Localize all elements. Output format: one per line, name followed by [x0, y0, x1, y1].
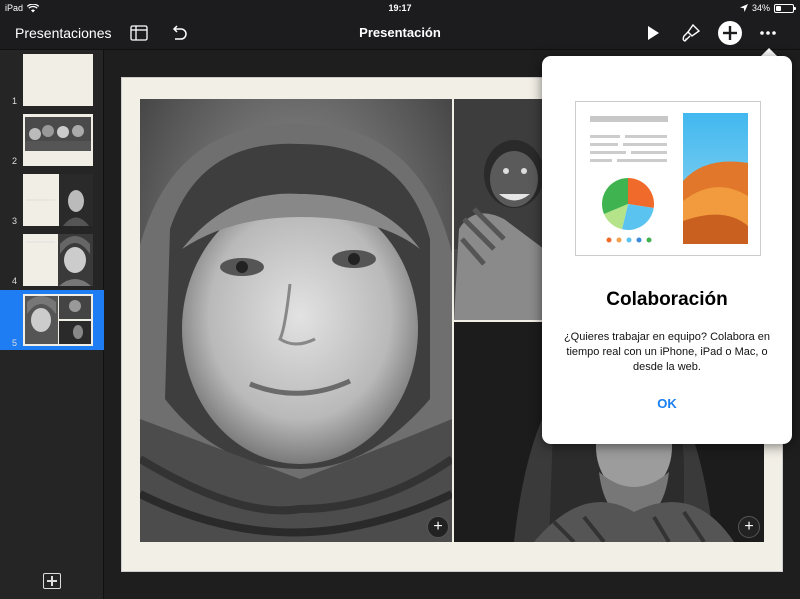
slide-thumb-image	[23, 174, 93, 226]
slide-thumb-image	[23, 294, 93, 346]
battery-percent: 34%	[751, 3, 770, 13]
popover-body: ¿Quieres trabajar en equipo? Colabora en…	[563, 331, 771, 373]
photo-girl-hood[interactable]	[140, 99, 452, 542]
status-bar: iPad 19:17 34%	[0, 0, 800, 16]
slide-number: 5	[12, 338, 18, 348]
more-icon[interactable]	[757, 22, 779, 44]
add-slide-button[interactable]	[43, 573, 61, 589]
slide-thumb-image	[23, 114, 93, 166]
slide-navigator: 1 2 3 4 5	[0, 50, 104, 599]
toolbar: Presentaciones Presentación	[0, 16, 800, 50]
slide-number: 2	[12, 156, 18, 166]
slide-number: 4	[12, 276, 18, 286]
play-icon[interactable]	[642, 22, 664, 44]
sidebar-layout-icon[interactable]	[128, 22, 150, 44]
ok-button[interactable]: OK	[642, 396, 692, 411]
collaboration-popover: Colaboración ¿Quieres trabajar en equipo…	[542, 56, 792, 444]
slide-number: 3	[12, 216, 18, 226]
battery-fill	[776, 5, 782, 11]
add-image-button-right[interactable]: +	[738, 516, 760, 538]
slide-thumb-image	[23, 234, 93, 286]
slide-thumbnail-4[interactable]: 4	[0, 230, 104, 288]
status-right: 34%	[739, 3, 796, 13]
photo-boy-smiling[interactable]	[454, 99, 544, 320]
slide-thumbnail-2[interactable]: 2	[0, 110, 104, 168]
slide-thumb-image	[23, 54, 93, 106]
add-image-button-left[interactable]: +	[427, 516, 449, 538]
location-icon	[739, 4, 748, 12]
slide-thumbnail-3[interactable]: 3	[0, 170, 104, 228]
slide-number: 1	[12, 96, 18, 106]
presentations-back-button[interactable]: Presentaciones	[15, 25, 112, 41]
add-icon[interactable]	[717, 20, 743, 46]
slide-thumbnail-5[interactable]: 5	[0, 290, 104, 350]
undo-icon[interactable]	[168, 22, 190, 44]
popover-title: Colaboración	[606, 289, 728, 310]
paintbrush-icon[interactable]	[680, 22, 702, 44]
status-time: 19:17	[388, 3, 412, 13]
slide-thumbnail-1[interactable]: 1	[0, 50, 104, 108]
collaboration-illustration	[575, 101, 761, 256]
battery-icon	[774, 3, 796, 13]
